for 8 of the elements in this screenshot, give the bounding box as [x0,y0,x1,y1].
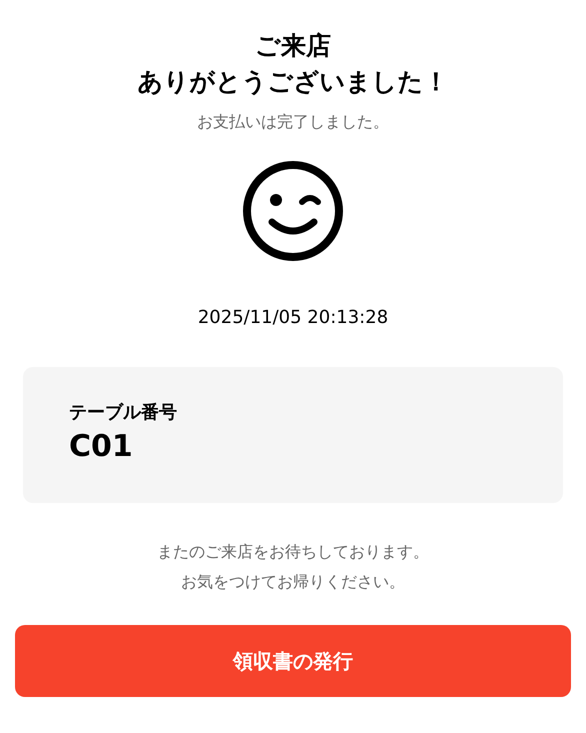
table-number-value: C01 [69,428,133,466]
thank-you-heading: ご来店 ありがとうございました！ [138,30,448,98]
table-number-label: テーブル番号 [69,401,177,425]
payment-complete-text: お支払いは完了しました。 [197,111,389,133]
issue-receipt-button[interactable]: 領収書の発行 [15,625,571,697]
farewell-message: またのご来店をお待ちしております。 お気をつけてお帰りください。 [157,541,429,593]
payment-timestamp: 2025/11/05 20:13:28 [198,306,388,330]
winking-face-icon [242,160,344,262]
